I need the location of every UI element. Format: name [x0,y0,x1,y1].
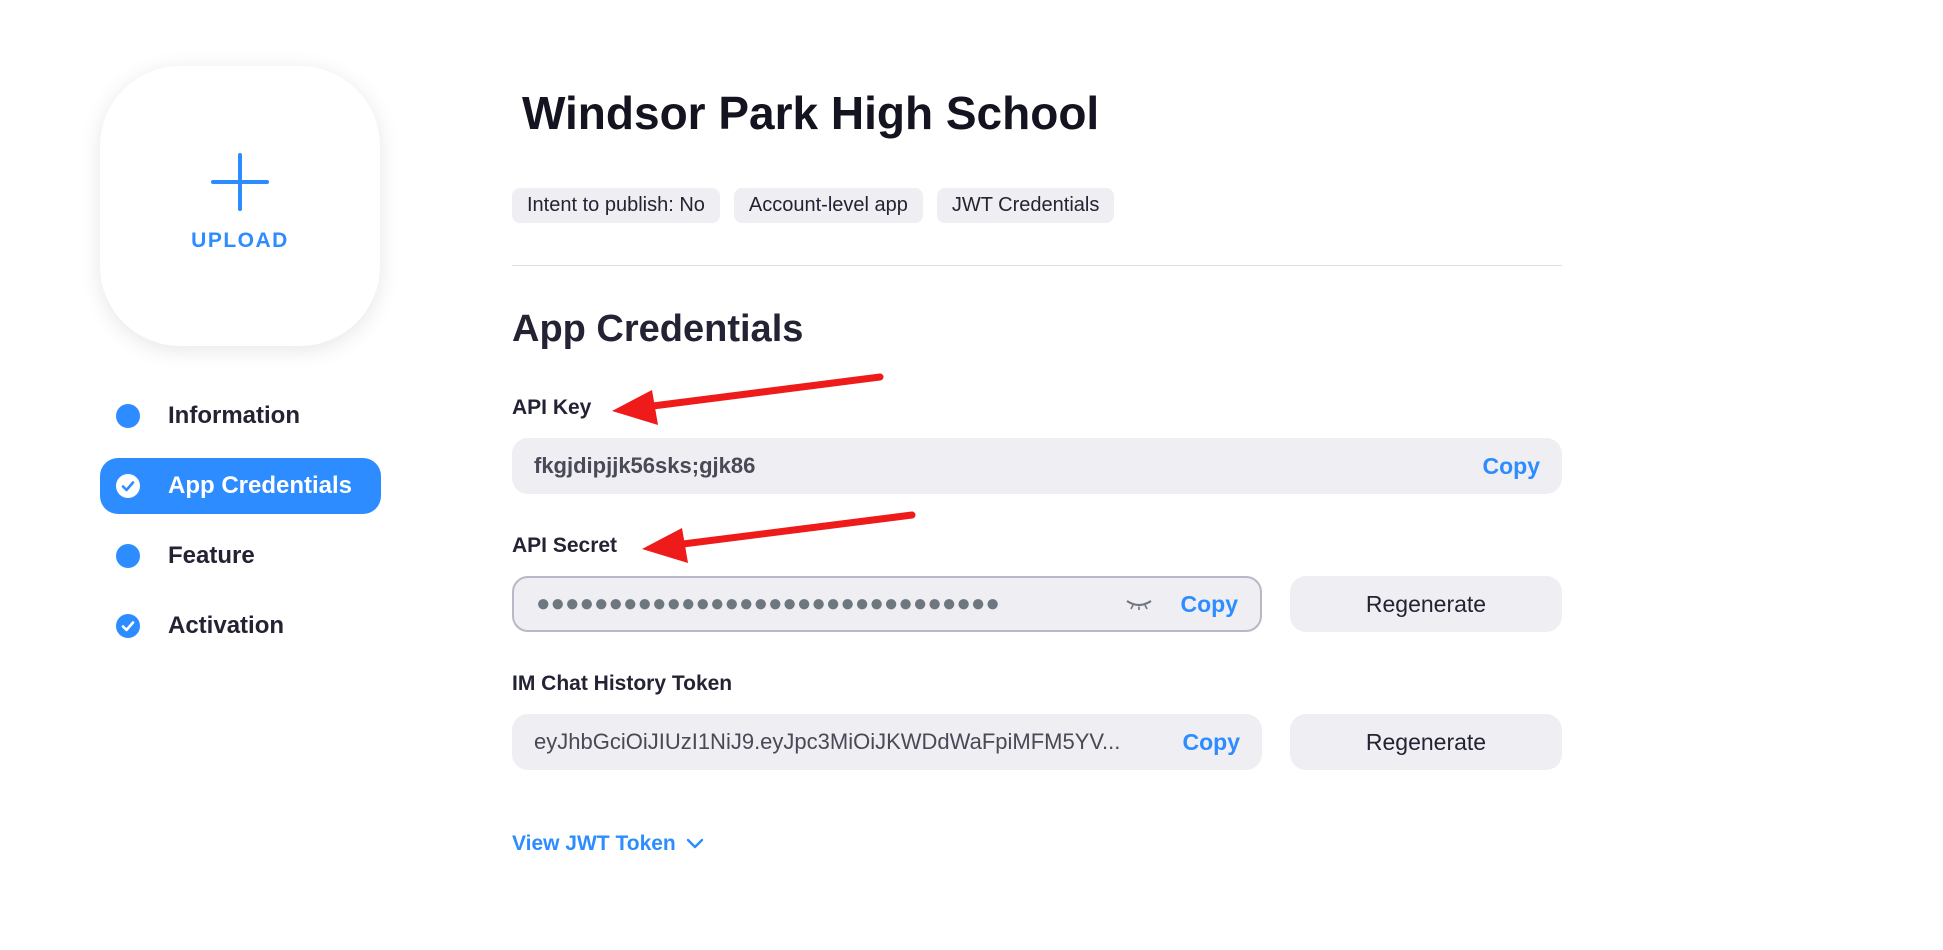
tag-jwt-credentials: JWT Credentials [936,188,1115,223]
view-jwt-token-link[interactable]: View JWT Token [512,832,704,856]
check-circle-icon [116,614,140,638]
api-key-value: fkgjdipjjk56sks;gjk86 [534,453,756,478]
app-tags: Intent to publish: No Account-level app … [512,188,1115,223]
im-token-regenerate-button[interactable]: Regenerate [1290,714,1562,770]
api-secret-regenerate-button[interactable]: Regenerate [1290,576,1562,632]
sidebar-item-information[interactable]: Information [100,388,381,444]
im-token-label: IM Chat History Token [512,672,733,695]
dot-icon [116,404,140,428]
sidebar-item-activation[interactable]: Activation [100,598,381,654]
api-key-copy-button[interactable]: Copy [1483,453,1541,480]
sidebar-item-label: Feature [168,542,255,569]
dot-icon [116,544,140,568]
eye-closed-icon[interactable] [1125,597,1153,611]
api-secret-value: ●●●●●●●●●●●●●●●●●●●●●●●●●●●●●●●● [536,590,1000,617]
chevron-down-icon [686,838,703,849]
tag-intent-to-publish: Intent to publish: No [512,188,720,223]
im-token-value: eyJhbGciOiJIUzI1NiJ9.eyJpc3MiOiJKWDdWaFp… [534,729,1121,754]
page-title: Windsor Park High School [522,87,1100,139]
section-title: App Credentials [512,308,804,350]
im-token-field: eyJhbGciOiJIUzI1NiJ9.eyJpc3MiOiJKWDdWaFp… [512,714,1262,770]
sidebar-nav: Information App Credentials Feature Acti… [100,388,381,668]
tag-account-level: Account-level app [733,188,923,223]
api-key-field: fkgjdipjjk56sks;gjk86 Copy [512,438,1562,494]
api-secret-label: API Secret [512,534,618,557]
plus-icon [211,153,269,211]
upload-button[interactable]: UPLOAD [100,66,380,346]
sidebar-item-label: App Credentials [168,472,353,499]
annotation-arrow-api-key [612,373,884,425]
divider [512,265,1562,266]
api-secret-copy-button[interactable]: Copy [1181,591,1239,618]
upload-label: UPLOAD [191,229,289,252]
api-key-label: API Key [512,396,592,419]
check-circle-icon [116,474,140,498]
view-jwt-token-label: View JWT Token [512,832,676,855]
sidebar-item-app-credentials[interactable]: App Credentials [100,458,381,514]
sidebar-item-label: Information [168,402,300,429]
sidebar-item-feature[interactable]: Feature [100,528,381,584]
im-token-copy-button[interactable]: Copy [1183,729,1241,756]
api-secret-field: ●●●●●●●●●●●●●●●●●●●●●●●●●●●●●●●● Copy [512,576,1262,632]
sidebar-item-label: Activation [168,612,285,639]
app-credentials-page: UPLOAD Information App Credentials Featu… [0,0,1943,950]
annotation-arrow-api-secret [642,511,916,563]
